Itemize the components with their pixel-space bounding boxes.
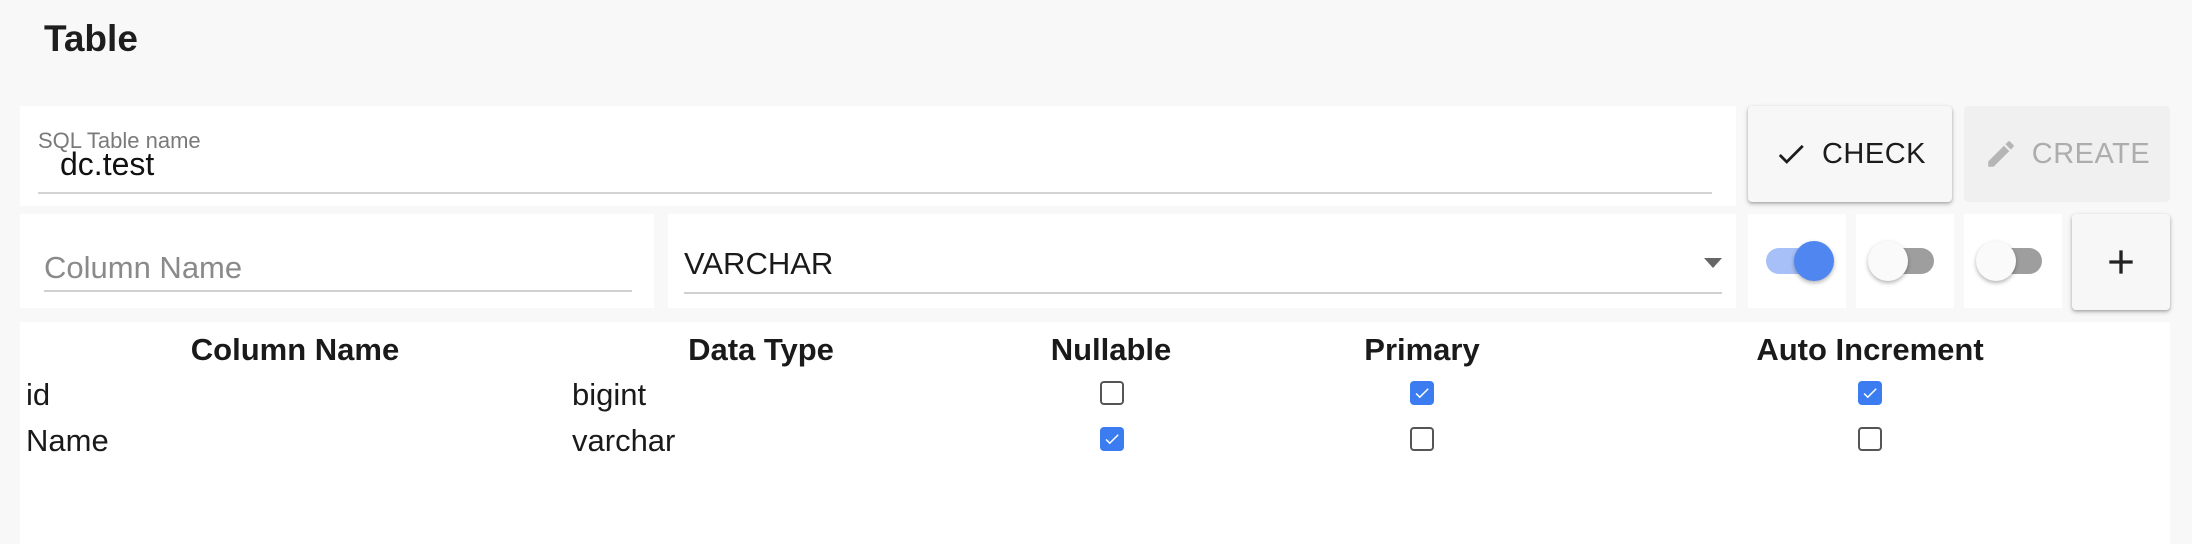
auto-increment-checkbox[interactable]	[1858, 381, 1882, 405]
header-data-type: Data Type	[688, 332, 834, 367]
plus-icon	[2109, 250, 2133, 274]
data-type-underline	[684, 292, 1722, 294]
column-name-underline	[44, 290, 632, 292]
table-name-value[interactable]: dc.test	[60, 146, 154, 183]
header-nullable: Nullable	[1050, 332, 1172, 367]
column-name-field[interactable]	[20, 214, 654, 308]
column-name-input[interactable]	[44, 250, 630, 286]
auto-increment-toggle[interactable]	[1964, 214, 2062, 308]
primary-checkbox[interactable]	[1410, 381, 1434, 405]
nullable-checkbox[interactable]	[1100, 381, 1124, 405]
toggle-knob[interactable]	[1794, 241, 1834, 281]
table-name-field[interactable]: SQL Table name dc.test	[20, 106, 1736, 206]
cell-data-type: varchar	[572, 423, 676, 458]
create-button[interactable]: CREATE	[1964, 106, 2170, 202]
nullable-checkbox[interactable]	[1100, 427, 1124, 451]
header-column-name: Column Name	[190, 332, 400, 367]
cell-column-name: id	[26, 377, 51, 412]
checkmark-icon	[1105, 434, 1119, 445]
cell-column-name: Name	[26, 423, 109, 458]
header-primary: Primary	[1364, 332, 1480, 367]
primary-checkbox[interactable]	[1410, 427, 1434, 451]
cell-data-type: bigint	[572, 377, 647, 412]
checkmark-icon	[1415, 388, 1429, 399]
pencil-icon	[1988, 141, 2014, 167]
auto-increment-checkbox[interactable]	[1858, 427, 1882, 451]
create-button-label: CREATE	[2031, 137, 2151, 170]
header-auto-increment: Auto Increment	[1756, 332, 1984, 367]
add-column-button[interactable]	[2072, 214, 2170, 310]
page-title: Table	[44, 18, 138, 59]
check-button[interactable]: CHECK	[1748, 106, 1952, 202]
check-button-label: CHECK	[1821, 137, 1926, 170]
primary-toggle[interactable]	[1856, 214, 1954, 308]
columns-table: Column Name Data Type Nullable Primary A…	[20, 322, 2170, 544]
table-name-underline	[38, 192, 1712, 194]
check-icon	[1778, 144, 1804, 164]
toggle-knob[interactable]	[1976, 241, 2016, 281]
nullable-toggle[interactable]	[1748, 214, 1846, 308]
dropdown-arrow-icon[interactable]	[1704, 258, 1722, 268]
data-type-select[interactable]: VARCHAR	[668, 214, 1736, 308]
checkmark-icon	[1863, 388, 1877, 399]
toggle-knob[interactable]	[1868, 241, 1908, 281]
data-type-selected: VARCHAR	[684, 246, 834, 281]
